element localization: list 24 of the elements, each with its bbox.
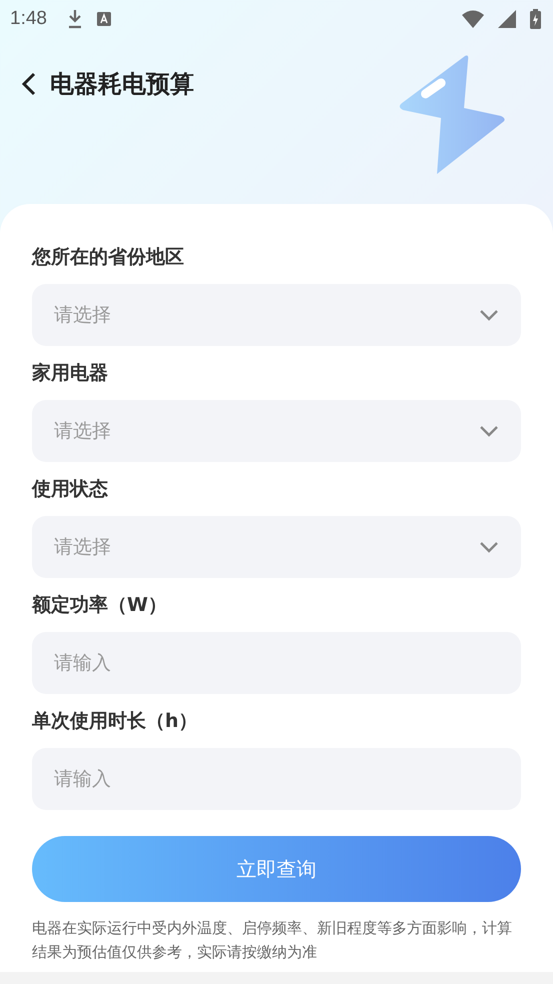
field-label: 使用状态 bbox=[32, 477, 109, 502]
lightning-icon bbox=[397, 54, 507, 174]
chevron-down-icon bbox=[479, 309, 499, 321]
font-icon bbox=[96, 12, 111, 26]
field-label: 家用电器 bbox=[32, 361, 109, 386]
input-field[interactable]: 请输入 bbox=[32, 748, 521, 810]
download-icon bbox=[66, 9, 83, 29]
disclaimer-text: 电器在实际运行中受内外温度、启停频率、新旧程度等多方面影响，计算结果为预估值仅供参考，实际请按缴纳为准 bbox=[32, 918, 513, 963]
back-icon[interactable] bbox=[22, 72, 36, 96]
submit-button[interactable]: 立即查询 bbox=[32, 836, 521, 902]
select-field[interactable]: 请选择 bbox=[32, 284, 521, 346]
battery-icon bbox=[530, 9, 541, 29]
input-field[interactable]: 请输入 bbox=[32, 632, 521, 694]
signal-icon bbox=[498, 10, 516, 28]
field-label: 您所在的省份地区 bbox=[32, 245, 185, 270]
chevron-down-icon bbox=[479, 541, 499, 553]
chevron-down-icon bbox=[479, 425, 499, 437]
wifi-icon bbox=[462, 10, 484, 28]
page-title: 电器耗电预算 bbox=[50, 72, 194, 96]
field-label: 额定功率（W） bbox=[32, 593, 168, 618]
status-time: 1:48 bbox=[10, 8, 47, 30]
select-field[interactable]: 请选择 bbox=[32, 400, 521, 462]
select-field[interactable]: 请选择 bbox=[32, 516, 521, 578]
field-label: 单次使用时长（h） bbox=[32, 709, 199, 734]
